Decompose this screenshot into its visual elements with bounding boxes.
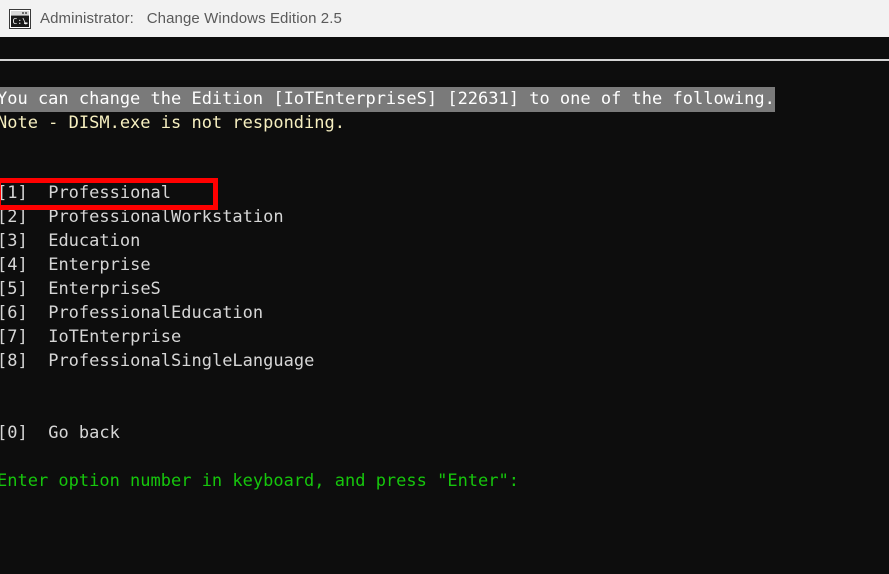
option-key-2: [2] xyxy=(0,207,28,227)
edition-header-line: You can change the Edition [IoTEnterpris… xyxy=(0,87,775,112)
option-gap-8 xyxy=(28,351,48,371)
option-gap-5 xyxy=(28,279,48,299)
option-label-4: Enterprise xyxy=(48,255,151,275)
option-gap-3 xyxy=(28,231,48,251)
option-key-8: [8] xyxy=(0,351,28,371)
option-row-3[interactable]: [3] Education xyxy=(0,229,140,253)
option-row-1[interactable]: [1] Professional xyxy=(0,181,171,205)
option-label-2: ProfessionalWorkstation xyxy=(48,207,284,227)
option-gap-2 xyxy=(28,207,48,227)
option-key-7: [7] xyxy=(0,327,28,347)
option-label-7: IoTEnterprise xyxy=(48,327,182,347)
option-gap-1 xyxy=(28,183,48,203)
dism-note-line: Note - DISM.exe is not responding. xyxy=(0,113,345,133)
horizontal-rule xyxy=(0,59,889,61)
option-key-1: [1] xyxy=(0,183,28,203)
option-row-5[interactable]: [5] EnterpriseS xyxy=(0,277,161,301)
option-row-7[interactable]: [7] IoTEnterprise xyxy=(0,325,181,349)
option-gap-7 xyxy=(28,327,48,347)
edition-header-text: You can change the Edition [IoTEnterpris… xyxy=(0,87,775,112)
window-title: Administrator: Change Windows Edition 2.… xyxy=(40,10,342,27)
option-key-3: [3] xyxy=(0,231,28,251)
option-row-2[interactable]: [2] ProfessionalWorkstation xyxy=(0,205,284,229)
option-label-6: ProfessionalEducation xyxy=(48,303,264,323)
option-key-0: [0] xyxy=(0,423,28,443)
option-key-6: [6] xyxy=(0,303,28,323)
option-label-go-back: Go back xyxy=(48,423,120,443)
option-label-8: ProfessionalSingleLanguage xyxy=(48,351,315,371)
cmd-console-icon: C:\ xyxy=(9,8,31,29)
input-prompt[interactable]: Enter option number in keyboard, and pre… xyxy=(0,469,519,493)
option-label-5: EnterpriseS xyxy=(48,279,161,299)
option-gap-6 xyxy=(28,303,48,323)
option-key-5: [5] xyxy=(0,279,28,299)
terminal-screen[interactable]: You can change the Edition [IoTEnterpris… xyxy=(0,37,889,574)
option-row-4[interactable]: [4] Enterprise xyxy=(0,253,151,277)
option-row-0-go-back[interactable]: [0] Go back xyxy=(0,421,120,445)
option-key-4: [4] xyxy=(0,255,28,275)
option-label-1: Professional xyxy=(48,183,172,203)
console-window: C:\ Administrator: Change Windows Editio… xyxy=(0,0,889,574)
option-row-6[interactable]: [6] ProfessionalEducation xyxy=(0,301,263,325)
option-row-8[interactable]: [8] ProfessionalSingleLanguage xyxy=(0,349,314,373)
svg-text:C:\: C:\ xyxy=(13,17,28,26)
window-titlebar[interactable]: C:\ Administrator: Change Windows Editio… xyxy=(0,0,889,37)
option-gap-4 xyxy=(28,255,48,275)
option-label-3: Education xyxy=(48,231,141,251)
option-gap-0 xyxy=(28,423,48,443)
